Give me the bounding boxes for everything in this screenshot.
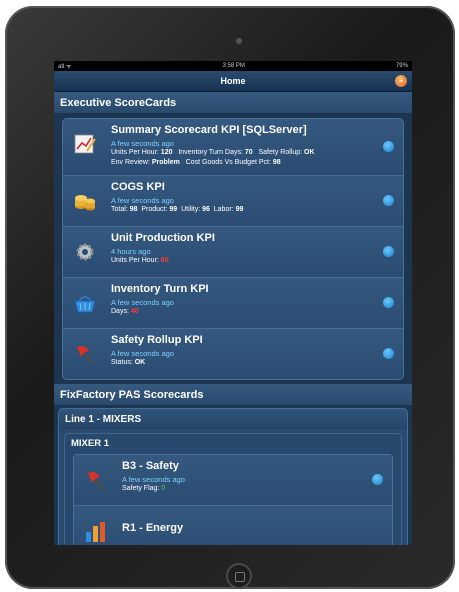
metric-value: 99 bbox=[235, 206, 244, 213]
mixer-group: MIXER 1 B3 - Safety A few seconds ago Sa… bbox=[64, 433, 402, 545]
metric-value: 60 bbox=[160, 257, 169, 264]
status-indicator-icon bbox=[372, 474, 383, 485]
kpi-title: Summary Scorecard KPI [SQLServer] bbox=[111, 124, 307, 136]
line-group: MIXER 1 B3 - Safety A few seconds ago Sa… bbox=[58, 429, 408, 545]
kpi-row-cogs[interactable]: COGS KPI A few seconds ago Total: 98 Pro… bbox=[63, 176, 403, 227]
metric-value: 0 bbox=[161, 485, 166, 492]
metric-label: Units Per Hour: bbox=[111, 257, 161, 264]
metric-value: 98 bbox=[272, 159, 281, 166]
section-header-executive: Executive ScoreCards bbox=[54, 92, 412, 114]
kpi-timestamp: 4 hours ago bbox=[111, 247, 151, 256]
metric-label: Env Review: bbox=[111, 159, 152, 166]
metric-value: Problem bbox=[151, 159, 180, 166]
metric-label: Labor: bbox=[209, 206, 236, 213]
metric-value: 70 bbox=[244, 149, 253, 156]
flag-icon bbox=[76, 346, 94, 364]
executive-kpi-list: Summary Scorecard KPI [SQLServer] A few … bbox=[62, 118, 404, 380]
status-indicator-icon bbox=[383, 297, 394, 308]
kpi-metrics-line1: Units Per Hour: 60 bbox=[111, 257, 169, 264]
metric-label: Utility: bbox=[177, 206, 203, 213]
kpi-metrics-line2: Env Review: Problem Cost Goods Vs Budget… bbox=[111, 159, 281, 166]
metric-value: OK bbox=[134, 359, 146, 366]
mixer-item-list: B3 - Safety A few seconds ago Safety Fla… bbox=[73, 454, 393, 545]
kpi-metrics-line1: Total: 98 Product: 99 Utility: 96 Labor:… bbox=[111, 206, 243, 213]
chart-pencil-icon bbox=[74, 134, 96, 154]
status-indicator-icon bbox=[383, 348, 394, 359]
nav-bar: Home ≡ bbox=[54, 71, 412, 92]
metric-label: Safety Rollup: bbox=[252, 149, 305, 156]
kpi-title: Safety Rollup KPI bbox=[111, 334, 203, 346]
kpi-title: Inventory Turn KPI bbox=[111, 283, 209, 295]
metric-label: Inventory Turn Days: bbox=[172, 149, 245, 156]
metric-label: Cost Goods Vs Budget Pct: bbox=[179, 159, 273, 166]
page-title: Home bbox=[220, 76, 246, 86]
status-indicator-icon bbox=[383, 141, 394, 152]
item-timestamp: A few seconds ago bbox=[122, 475, 185, 484]
item-title: B3 - Safety bbox=[122, 460, 179, 472]
kpi-row-unit-production[interactable]: Unit Production KPI 4 hours ago Units Pe… bbox=[63, 227, 403, 278]
metric-label: Product: bbox=[137, 206, 170, 213]
mixer-item-energy[interactable]: R1 - Energy bbox=[74, 506, 392, 545]
item-title: R1 - Energy bbox=[122, 522, 184, 534]
kpi-timestamp: A few seconds ago bbox=[111, 349, 174, 358]
status-bar: atl ᯤ 3:58 PM 79% bbox=[54, 61, 412, 71]
coins-icon bbox=[75, 195, 95, 211]
section-header-fixfactory: FixFactory PAS Scorecards bbox=[54, 384, 412, 406]
metric-label: Status: bbox=[111, 359, 135, 366]
kpi-row-inventory-turn[interactable]: Inventory Turn KPI A few seconds ago Day… bbox=[63, 278, 403, 329]
clock: 3:58 PM bbox=[222, 63, 245, 69]
menu-icon[interactable]: ≡ bbox=[395, 75, 407, 87]
kpi-row-summary[interactable]: Summary Scorecard KPI [SQLServer] A few … bbox=[63, 119, 403, 176]
metric-value: 120 bbox=[160, 149, 173, 156]
metric-label: Units Per Hour: bbox=[111, 149, 161, 156]
camera bbox=[236, 38, 242, 44]
metric-label: Total: bbox=[111, 206, 130, 213]
status-indicator-icon bbox=[383, 246, 394, 257]
kpi-metrics-line1: Days: 40 bbox=[111, 308, 139, 315]
battery: 79% bbox=[395, 63, 408, 69]
kpi-row-safety-rollup[interactable]: Safety Rollup KPI A few seconds ago Stat… bbox=[63, 329, 403, 379]
mixer-header[interactable]: MIXER 1 bbox=[65, 434, 401, 452]
metric-value: 40 bbox=[130, 308, 139, 315]
home-button[interactable] bbox=[226, 563, 252, 589]
bar-chart-icon bbox=[86, 522, 105, 542]
metric-label: Days: bbox=[111, 308, 131, 315]
gear-icon bbox=[76, 243, 94, 261]
kpi-title: Unit Production KPI bbox=[111, 232, 215, 244]
line-header[interactable]: Line 1 - MIXERS bbox=[58, 408, 408, 429]
metric-label: Safety Flag: bbox=[122, 485, 162, 492]
item-metric: Safety Flag: 0 bbox=[122, 485, 165, 492]
metric-value: 96 bbox=[202, 206, 210, 213]
kpi-timestamp: A few seconds ago bbox=[111, 298, 174, 307]
kpi-metrics-line1: Status: OK bbox=[111, 359, 145, 366]
kpi-timestamp: A few seconds ago bbox=[111, 196, 174, 205]
metric-value: OK bbox=[304, 149, 315, 156]
app-screen: atl ᯤ 3:58 PM 79% Home ≡ Executive Score… bbox=[54, 61, 412, 545]
mixer-item-safety[interactable]: B3 - Safety A few seconds ago Safety Fla… bbox=[74, 455, 392, 506]
flag-icon bbox=[87, 472, 105, 490]
kpi-metrics-line1: Units Per Hour: 120 Inventory Turn Days:… bbox=[111, 149, 315, 156]
basket-icon bbox=[74, 296, 96, 313]
carrier-signal: atl ᯤ bbox=[58, 64, 72, 70]
status-indicator-icon bbox=[383, 195, 394, 206]
kpi-timestamp: A few seconds ago bbox=[111, 139, 174, 148]
kpi-title: COGS KPI bbox=[111, 181, 165, 193]
